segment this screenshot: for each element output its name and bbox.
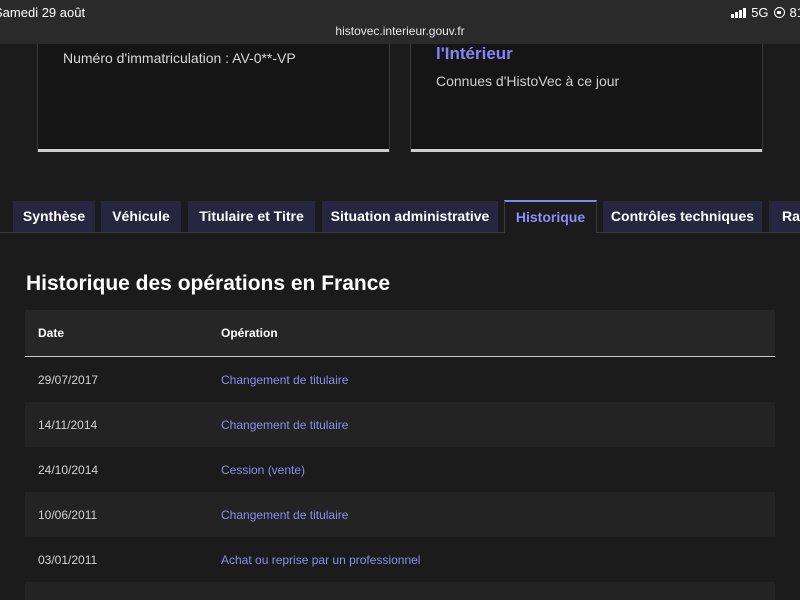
table-row: 10/06/2011 Changement de titulaire [25,492,775,537]
row-operation-link[interactable]: Achat ou reprise par un professionnel [221,553,420,567]
history-title: Historique des opérations en France [26,272,391,295]
table-row: 24/10/2014 Cession (vente) [25,447,775,492]
address-bar[interactable]: histovec.interieur.gouv.fr [0,24,800,44]
tab-bar: Synthèse Véhicule Titulaire et Titre Sit… [0,200,800,233]
tab-rapport[interactable]: Rapport [769,201,800,232]
history-table: Date Opération 29/07/2017 Changement de … [25,310,775,600]
table-row: 14/11/2014 Changement de titulaire [25,402,775,447]
tab-titulaire-titre[interactable]: Titulaire et Titre [188,201,315,232]
table-header: Date Opération [25,310,775,357]
row-operation-link[interactable]: Changement de titulaire [221,508,348,522]
tab-controles-techniques[interactable]: Contrôles techniques [603,201,762,232]
row-date: 29/07/2017 [38,373,99,387]
tab-synthese[interactable]: Synthèse [13,201,95,232]
column-header-operation: Opération [221,326,278,340]
source-card-subtitle: Connues d'HistoVec à ce jour [436,73,620,89]
network-label: 5G [751,5,769,20]
column-header-date: Date [38,326,65,340]
table-row: 03/01/2011 Achat ou reprise par un profe… [25,537,775,582]
plate-card: Numéro d'immatriculation : AV-0**-VP [37,44,390,152]
source-card-title: l'Intérieur [436,44,513,63]
row-date: 10/06/2011 [38,508,98,522]
row-operation-link[interactable]: Cession (vente) [221,463,305,477]
address-url: histovec.interieur.gouv.fr [335,24,465,38]
tab-situation-administrative[interactable]: Situation administrative [322,201,498,232]
signal-strength-icon [731,7,747,18]
row-date: 24/10/2014 [38,463,99,477]
table-row [25,582,775,600]
row-operation-link[interactable]: Changement de titulaire [221,418,348,432]
battery-percent: 81 [789,5,800,20]
status-indicators: 5G 81 [731,5,800,20]
status-datetime: Samedi 29 août [0,5,86,20]
table-row: 29/07/2017 Changement de titulaire [25,357,775,402]
tab-vehicule[interactable]: Véhicule [101,201,181,232]
row-date: 03/01/2011 [38,553,98,567]
row-operation-link[interactable]: Changement de titulaire [221,373,348,387]
tab-historique[interactable]: Historique [504,200,597,233]
status-bar: Samedi 29 août 5G 81 [0,0,800,24]
registration-number: Numéro d'immatriculation : AV-0**-VP [63,50,296,66]
row-date: 14/11/2014 [38,418,98,432]
source-card: l'Intérieur Connues d'HistoVec à ce jour [410,44,763,152]
orientation-lock-icon [773,7,785,18]
